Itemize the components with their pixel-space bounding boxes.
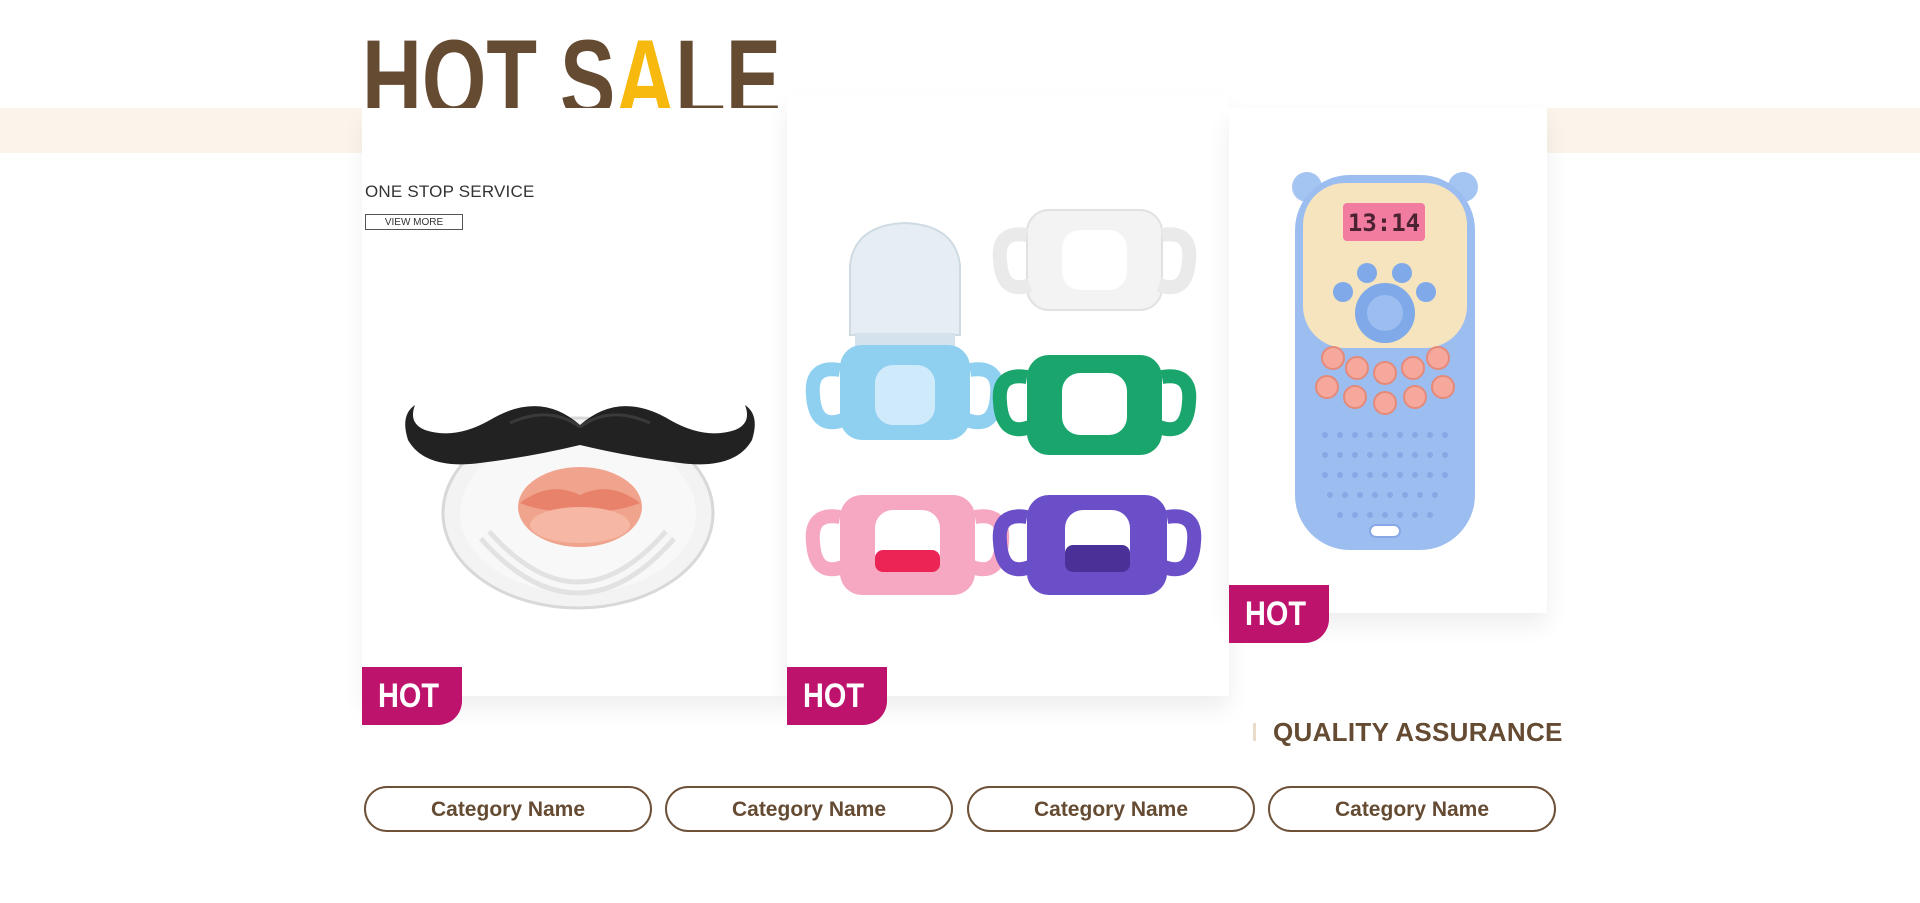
- hot-badge: HOT: [787, 667, 887, 725]
- sleeve-blue: [805, 345, 1005, 440]
- phone-toy-image[interactable]: 13:14: [1285, 165, 1485, 555]
- heading-divider: [1253, 723, 1256, 741]
- category-button[interactable]: Category Name: [1268, 786, 1556, 832]
- sleeve-white: [992, 209, 1197, 311]
- quality-assurance-label: QUALITY ASSURANCE: [1273, 716, 1563, 747]
- section-subtitle: ONE STOP SERVICE: [365, 182, 535, 201]
- category-button[interactable]: Category Name: [364, 786, 652, 832]
- hot-badge: HOT: [362, 667, 462, 725]
- sleeve-purple: [992, 495, 1202, 595]
- sleeve-pink: [805, 495, 1010, 595]
- hot-badge: HOT: [1229, 585, 1329, 643]
- svg-text:13:14: 13:14: [1348, 209, 1420, 237]
- mustache-pacifier-image[interactable]: [400, 385, 770, 635]
- category-row: Category Name Category Name Category Nam…: [364, 786, 1556, 832]
- category-button[interactable]: Category Name: [967, 786, 1255, 832]
- category-button[interactable]: Category Name: [665, 786, 953, 832]
- bottle-sleeves-image[interactable]: [805, 205, 1220, 615]
- quality-assurance-heading: QUALITY ASSURANCE: [1253, 716, 1563, 748]
- sleeve-green: [992, 355, 1197, 455]
- view-more-button[interactable]: VIEW MORE: [365, 214, 463, 230]
